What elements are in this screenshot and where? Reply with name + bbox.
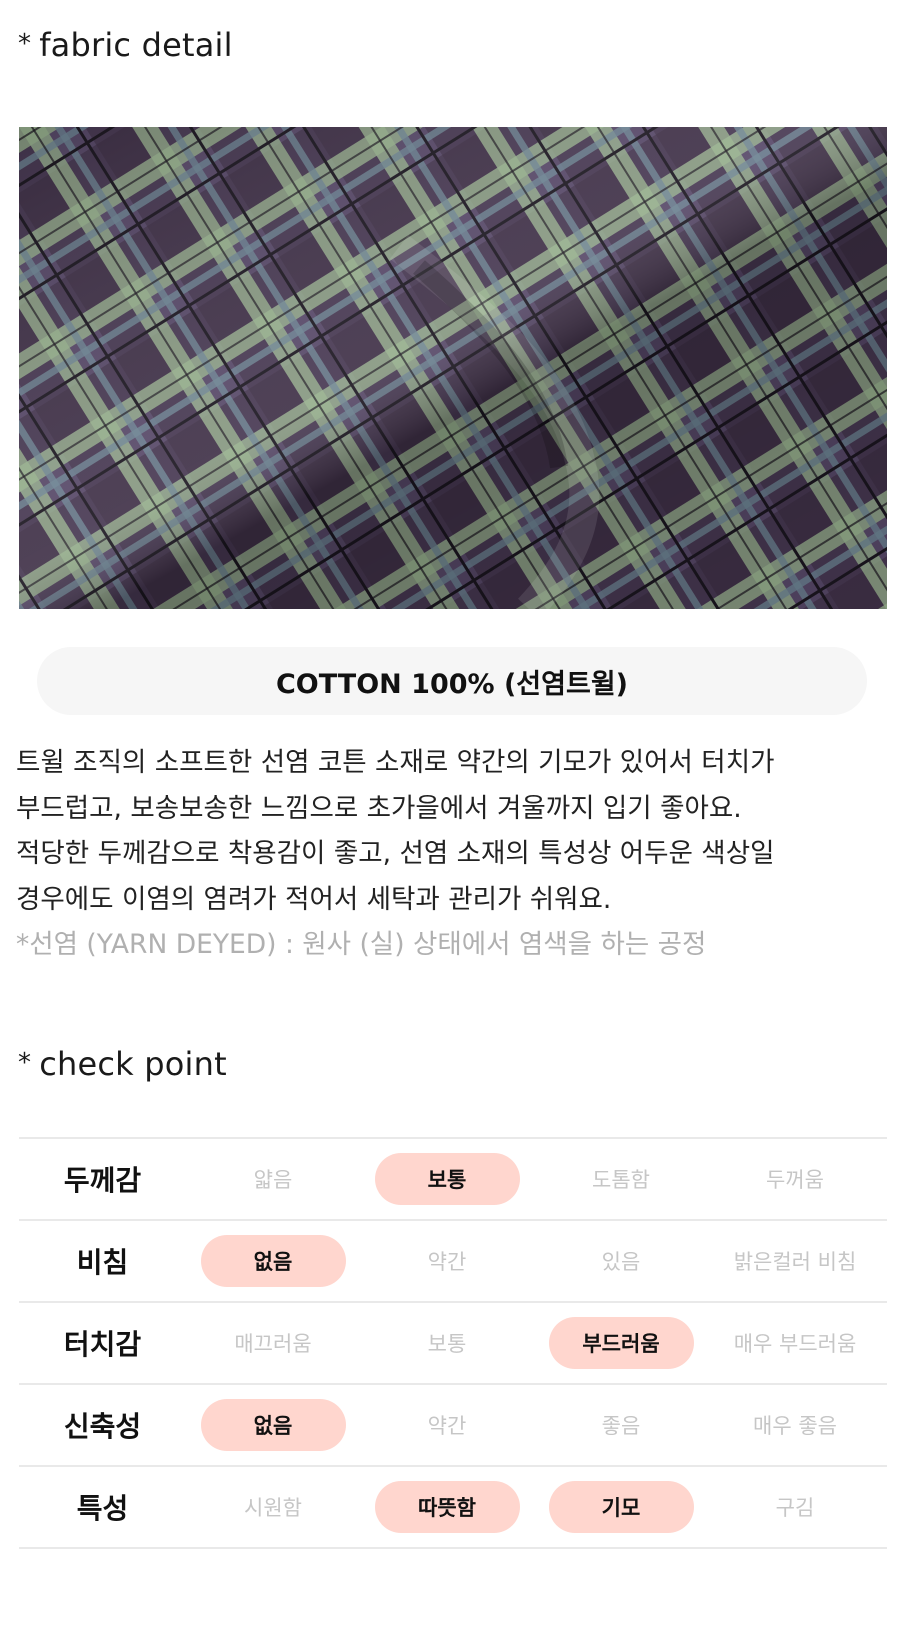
title-star: * (18, 1048, 32, 1078)
option-cell-selected: 없음 (186, 1399, 360, 1451)
fabric-description: 트윌 조직의 소프트한 선염 코튼 소재로 약간의 기모가 있어서 터치가 부드… (16, 740, 886, 968)
option-cell-selected: 기모 (534, 1481, 708, 1533)
check-point-title: * check point (18, 1045, 227, 1083)
option-label: 따뜻함 (374, 1481, 520, 1533)
yarn-dyed-note: *선염 (YARN DEYED) : 원사 (실) 상태에서 염색을 하는 공정 (16, 929, 707, 960)
option-label: 보통 (374, 1153, 520, 1205)
check-row-touch: 터치감 매끄러움 보통 부드러움 매우 부드러움 (19, 1303, 887, 1385)
option-cell: 얇음 (186, 1153, 360, 1205)
description-line: 경우에도 이염의 염려가 적어서 세탁과 관리가 쉬워요. (16, 883, 612, 915)
check-point-table: 두께감 얇음 보통 도톰함 두꺼움 비침 없음 약간 있음 밝은컬러 비침 터치… (19, 1137, 887, 1549)
row-label: 특성 (76, 1492, 129, 1525)
option-cell: 있음 (534, 1235, 708, 1287)
option-label: 약간 (427, 1250, 467, 1274)
check-row-sheerness: 비침 없음 약간 있음 밝은컬러 비침 (19, 1221, 887, 1303)
option-label: 매우 좋음 (753, 1414, 837, 1438)
title-star: * (18, 29, 32, 59)
option-label: 기모 (548, 1481, 694, 1533)
title-text: check point (39, 1045, 227, 1083)
option-cell: 약간 (360, 1235, 534, 1287)
fabric-detail-title: * fabric detail (18, 26, 233, 64)
option-label: 좋음 (601, 1414, 641, 1438)
option-label: 얇음 (253, 1168, 293, 1192)
row-label: 두께감 (63, 1164, 142, 1197)
option-cell: 매우 좋음 (708, 1399, 882, 1451)
option-cell-selected: 보통 (360, 1153, 534, 1205)
description-line: 부드럽고, 보송보송한 느낌으로 초가을에서 겨울까지 입기 좋아요. (16, 792, 742, 824)
option-label: 매끄러움 (234, 1332, 312, 1356)
option-label: 없음 (200, 1399, 346, 1451)
option-label: 구김 (775, 1496, 815, 1520)
option-label: 보통 (427, 1332, 467, 1356)
option-label: 없음 (200, 1235, 346, 1287)
material-composition: COTTON 100% (선염트윌) (37, 647, 867, 715)
option-label: 있음 (601, 1250, 641, 1274)
option-label: 부드러움 (548, 1317, 694, 1369)
option-label: 두꺼움 (766, 1168, 824, 1192)
option-cell: 도톰함 (534, 1153, 708, 1205)
option-label: 약간 (427, 1414, 467, 1438)
description-line: 트윌 조직의 소프트한 선염 코튼 소재로 약간의 기모가 있어서 터치가 (16, 747, 775, 778)
option-cell: 매끄러움 (186, 1317, 360, 1369)
row-label: 터치감 (63, 1328, 142, 1361)
option-cell: 보통 (360, 1317, 534, 1369)
option-cell: 좋음 (534, 1399, 708, 1451)
option-cell-selected: 부드러움 (534, 1317, 708, 1369)
check-row-thickness: 두께감 얇음 보통 도톰함 두꺼움 (19, 1139, 887, 1221)
option-label: 시원함 (244, 1496, 302, 1520)
fabric-photo (19, 127, 887, 609)
option-cell-selected: 없음 (186, 1235, 360, 1287)
option-cell-selected: 따뜻함 (360, 1481, 534, 1533)
option-cell: 밝은컬러 비침 (708, 1235, 882, 1287)
check-row-feature: 특성 시원함 따뜻함 기모 구김 (19, 1467, 887, 1549)
title-text: fabric detail (39, 26, 233, 64)
row-label: 비침 (76, 1246, 129, 1279)
option-cell: 시원함 (186, 1481, 360, 1533)
row-label: 신축성 (63, 1410, 142, 1443)
check-row-stretch: 신축성 없음 약간 좋음 매우 좋음 (19, 1385, 887, 1467)
option-cell: 두꺼움 (708, 1153, 882, 1205)
option-cell: 구김 (708, 1481, 882, 1533)
description-line: 적당한 두께감으로 착용감이 좋고, 선염 소재의 특성상 어두운 색상일 (16, 838, 775, 869)
option-label: 매우 부드러움 (733, 1332, 857, 1356)
option-label: 도톰함 (592, 1168, 650, 1192)
option-label: 밝은컬러 비침 (733, 1250, 857, 1274)
option-cell: 매우 부드러움 (708, 1317, 882, 1369)
option-cell: 약간 (360, 1399, 534, 1451)
